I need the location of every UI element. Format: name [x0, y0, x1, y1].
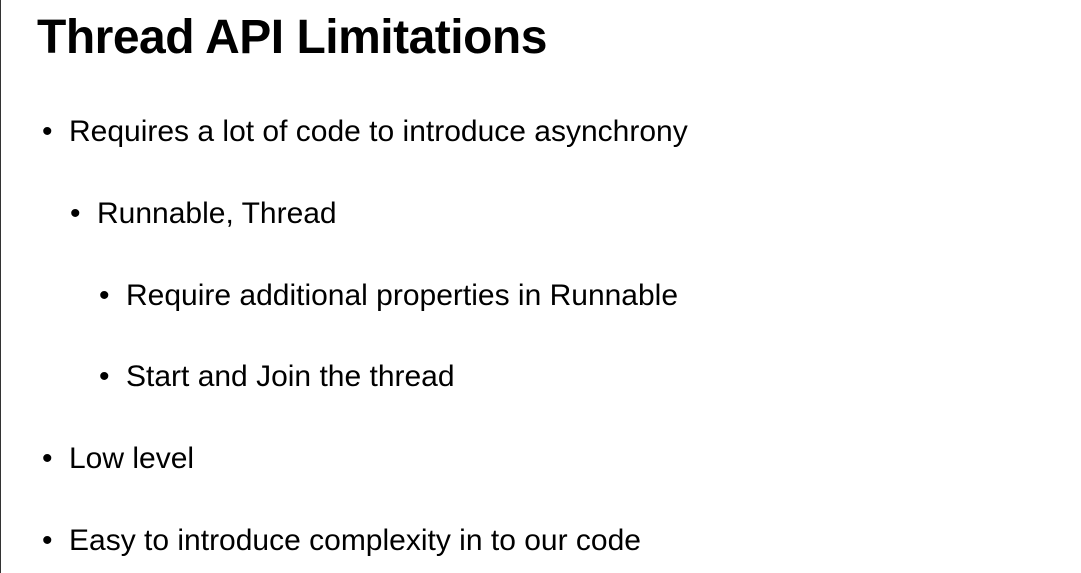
bullet-dot-icon: • [70, 197, 81, 230]
bullet-dot-icon: • [42, 115, 53, 148]
bullet-dot-icon: • [99, 279, 110, 312]
bullet-text: Runnable, Thread [97, 197, 337, 230]
bullet-text: Start and Join the thread [126, 360, 455, 393]
bullet-text: Easy to introduce complexity in to our c… [69, 524, 641, 557]
bullet-item: • Easy to introduce complexity in to our… [42, 523, 641, 559]
bullet-text: Requires a lot of code to introduce asyn… [69, 115, 688, 148]
bullet-item: • Requires a lot of code to introduce as… [42, 114, 688, 150]
slide: Thread API Limitations • Requires a lot … [0, 0, 1081, 573]
bullet-dot-icon: • [42, 524, 53, 557]
bullet-dot-icon: • [99, 360, 110, 393]
bullet-text: Require additional properties in Runnabl… [126, 279, 679, 312]
bullet-item: • Start and Join the thread [99, 359, 455, 395]
bullet-dot-icon: • [42, 442, 53, 475]
bullet-item: • Require additional properties in Runna… [99, 278, 679, 314]
bullet-item: • Low level [42, 441, 195, 477]
slide-title: Thread API Limitations [37, 11, 547, 64]
bullet-item: • Runnable, Thread [70, 196, 337, 232]
bullet-text: Low level [69, 442, 195, 475]
